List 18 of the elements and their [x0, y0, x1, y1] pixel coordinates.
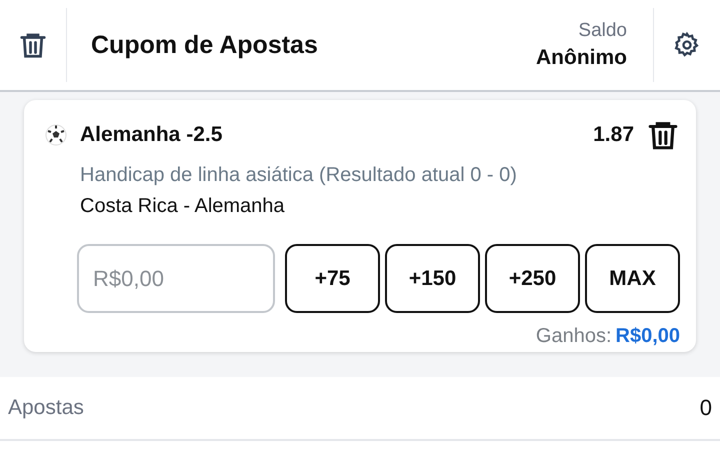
quick-stake-button[interactable]: +150: [385, 244, 480, 313]
quick-stake-button[interactable]: MAX: [585, 244, 680, 313]
quick-stake-button[interactable]: +250: [485, 244, 580, 313]
winnings-label: Ganhos:: [536, 325, 612, 348]
odds: 1.87: [593, 123, 634, 147]
bets-count: 0: [700, 395, 712, 421]
soccer-ball-icon: [44, 123, 68, 147]
market-name: Handicap de linha asiática (Resultado atual 0 - 0): [80, 164, 518, 187]
window-title: Cupom de Apostas: [90, 30, 319, 60]
selection-name: Alemanha -2.5: [80, 123, 224, 147]
event-name: Costa Rica - Alemanha: [80, 195, 286, 218]
balance-label: Saldo: [578, 20, 627, 42]
balance-value: Anônimo: [536, 46, 627, 70]
winnings-value: R$0,00: [616, 325, 680, 348]
bets-label: Apostas: [8, 396, 84, 420]
settings-icon: [673, 31, 701, 59]
stake-field[interactable]: R$0,00: [77, 244, 275, 313]
quick-stake-button[interactable]: +75: [285, 244, 380, 313]
